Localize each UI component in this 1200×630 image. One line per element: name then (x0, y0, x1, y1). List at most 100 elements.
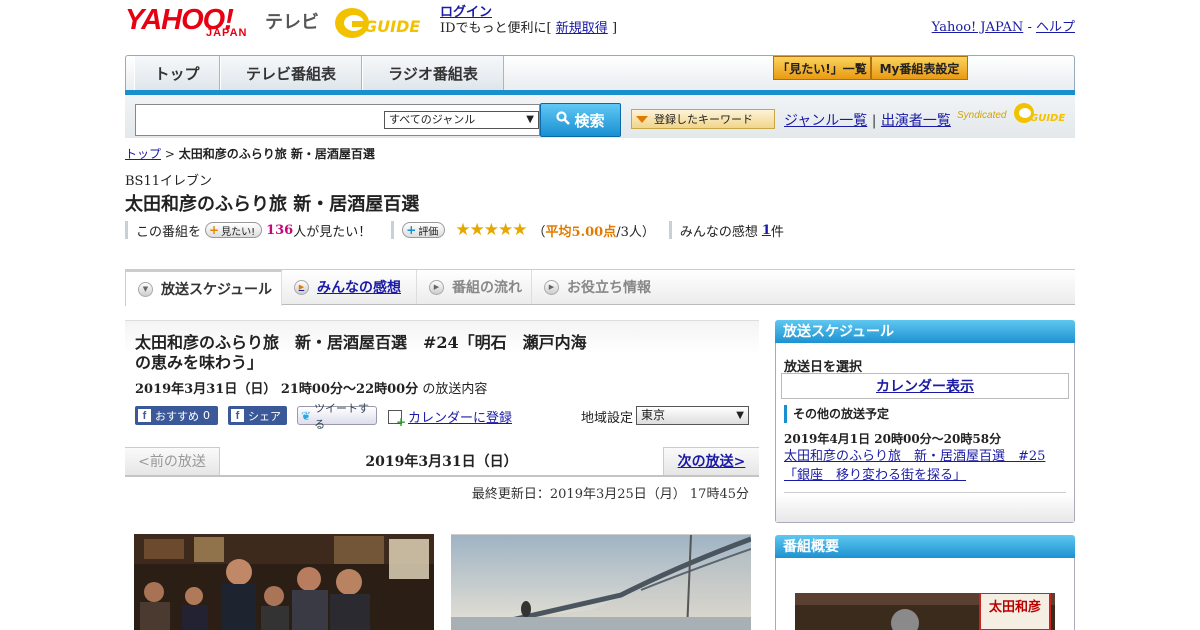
plus-icon: + (406, 223, 417, 237)
rating-stars-icon: ★★★★★ (455, 220, 527, 240)
current-broadcast-date: 2019年3月31日（日） (220, 447, 663, 475)
registered-keyword-button[interactable]: 登録したキーワード (631, 109, 775, 129)
tab-radio-schedule[interactable]: ラジオ番組表 (362, 56, 504, 90)
episode-photo-akashi-bridge (451, 534, 751, 630)
signup-link[interactable]: 新規取得 (556, 21, 608, 36)
search-button-label: 検索 (574, 111, 605, 130)
genre-list-link[interactable]: ジャンル一覧 (784, 113, 867, 129)
dropdown-arrow-icon: ▼ (736, 410, 744, 421)
tab-program-flow[interactable]: ▶ 番組の流れ (417, 270, 532, 304)
tab-top[interactable]: トップ (134, 56, 220, 90)
other-schedule-item: 太田和彦のふらり旅 新・居酒屋百選 #25「銀座 移り変わる街を探る」 (784, 447, 1068, 485)
last-updated: 最終更新日：2019年3月25日（月） 17時45分 (471, 487, 749, 502)
prev-broadcast[interactable]: <前の放送 (125, 447, 220, 475)
tab-label: 放送スケジュール (161, 282, 273, 298)
other-schedule-time: 2019年4月1日 20時00分～20時58分 (784, 432, 1002, 446)
help-link[interactable]: ヘルプ (1036, 20, 1075, 35)
meta-separator (391, 221, 395, 239)
breadcrumb-top-link[interactable]: トップ (125, 147, 161, 161)
region-select-value: 東京 (641, 408, 666, 422)
breadcrumb-current: 太田和彦のふらり旅 新・居酒屋百選 (178, 147, 375, 161)
tab-useful-info[interactable]: ▶ お役立ち情報 (532, 270, 662, 304)
overview-sign-text: 太田和彦 (988, 599, 1041, 615)
impressions-count-link[interactable]: 1 (762, 223, 771, 238)
facebook-recommend-button[interactable]: f おすすめ 0 (135, 406, 218, 425)
gguide-small-logo: GUIDE (1013, 101, 1069, 125)
tweet-button[interactable]: ❦ ツイートする (297, 402, 377, 431)
performers-list-link[interactable]: 出演者一覧 (881, 113, 951, 129)
overview-photo: 太田和彦 (795, 593, 1055, 630)
circle-arrow-icon: ▼ (138, 281, 153, 297)
program-meta-row: この番組を + 見たい! 136 人が見たい！ + 評価 ★★★★★ （ 平均5… (125, 220, 825, 240)
search-button[interactable]: 検索 (540, 103, 621, 137)
tab-impressions[interactable]: ▶ みんなの感想 (282, 270, 417, 304)
meta-separator (668, 221, 672, 239)
facebook-share-button[interactable]: f シェア (228, 406, 287, 425)
this-program-label: この番組を (136, 224, 202, 240)
my-schedule-button[interactable]: My番組表設定 (871, 56, 968, 80)
top-right-links: Yahoo! JAPAN - ヘルプ (932, 16, 1075, 35)
circle-arrow-icon: ▶ (544, 279, 559, 295)
fb-recommend-label: おすすめ (155, 409, 199, 423)
yahoo-japan-link[interactable]: Yahoo! JAPAN (932, 20, 1024, 35)
gguide-logo-text: GUIDE (364, 17, 420, 36)
circle-arrow-icon: ▶ (294, 279, 309, 295)
impressions-suffix: 件 (770, 224, 784, 240)
fb-recommend-count: 0 (203, 409, 210, 422)
station-name: BS11イレブン (125, 174, 213, 189)
facebook-icon: f (231, 409, 244, 422)
episode-datetime: 2019年3月31日（日） 21時00分～22時00分 の放送内容 (135, 378, 487, 397)
sidebar-box-footer (776, 494, 1074, 522)
meta-separator (125, 221, 128, 239)
id-promo-text: IDでもっと便利に[ (440, 21, 552, 36)
mitai-count: 136 (266, 222, 294, 238)
calendar-add-icon (388, 409, 406, 429)
mitai-suffix: 人が見たい！ (293, 224, 372, 240)
region-select[interactable]: 東京 ▼ (636, 406, 749, 425)
login-area: ログイン IDでもっと便利に[ 新規取得 ] (440, 5, 617, 37)
tab-tv-schedule[interactable]: テレビ番組表 (220, 56, 362, 90)
magnifier-icon (556, 111, 571, 129)
mitai-button[interactable]: + 見たい! (205, 222, 263, 238)
tweet-label: ツイートする (314, 401, 370, 431)
fb-share-label: シェア (248, 409, 281, 423)
link-separator: | (871, 113, 877, 129)
gguide-logo[interactable]: GUIDE (334, 6, 432, 40)
circle-arrow-icon: ▶ (429, 279, 444, 295)
sidebar-divider (784, 492, 1066, 493)
breadcrumb: トップ > 太田和彦のふらり旅 新・居酒屋百選 (125, 145, 375, 162)
episode-photo-izakaya (134, 534, 434, 630)
mitai-list-button[interactable]: 「見たい!」一覧 (773, 56, 871, 80)
link-dash: - (1027, 20, 1032, 35)
registered-keyword-label: 登録したキーワード (654, 113, 753, 126)
tab-label: お役立ち情報 (567, 280, 651, 296)
tv-logo-text: テレビ (265, 12, 319, 33)
calendar-display-link[interactable]: カレンダー表示 (876, 376, 974, 396)
plus-icon: + (209, 223, 220, 237)
gguide-small-text: GUIDE (1030, 113, 1065, 124)
page-title: 太田和彦のふらり旅 新・居酒屋百選 (125, 194, 420, 215)
facebook-icon: f (138, 409, 151, 422)
calendar-display-box: カレンダー表示 (781, 373, 1069, 399)
other-schedule-heading: その他の放送予定 (784, 405, 889, 423)
rating-button[interactable]: + 評価 (402, 222, 446, 238)
triangle-down-icon (636, 115, 648, 123)
login-link[interactable]: ログイン (440, 5, 492, 20)
sidebar-schedule-header: 放送スケジュール (775, 320, 1075, 344)
genre-select[interactable]: すべてのジャンル ▼ (384, 111, 539, 129)
yahoo-japan-wordmark: JAPAN (206, 27, 248, 39)
region-label: 地域設定 (581, 411, 634, 426)
mitai-button-label: 見たい! (221, 226, 256, 238)
next-broadcast-container: 次の放送> (663, 447, 759, 475)
episode-datetime-suffix: の放送内容 (422, 382, 488, 397)
search-links: ジャンル一覧 | 出演者一覧 (784, 110, 951, 130)
calendar-register-link[interactable]: カレンダーに登録 (408, 407, 512, 426)
next-broadcast-link[interactable]: 次の放送> (678, 451, 746, 471)
tab-broadcast-schedule[interactable]: ▼ 放送スケジュール (125, 270, 282, 306)
rating-count: /3人） (616, 224, 655, 240)
rating-open: （ (532, 224, 546, 240)
calendar-register[interactable]: カレンダーに登録 (388, 407, 512, 429)
other-schedule-link[interactable]: 太田和彦のふらり旅 新・居酒屋百選 #25「銀座 移り変わる街を探る」 (784, 449, 1045, 483)
rating-average: 平均5.00点 (545, 224, 617, 240)
episode-title: 太田和彦のふらり旅 新・居酒屋百選 #24「明石 瀬戸内海の恵みを味わう」 (135, 333, 587, 372)
